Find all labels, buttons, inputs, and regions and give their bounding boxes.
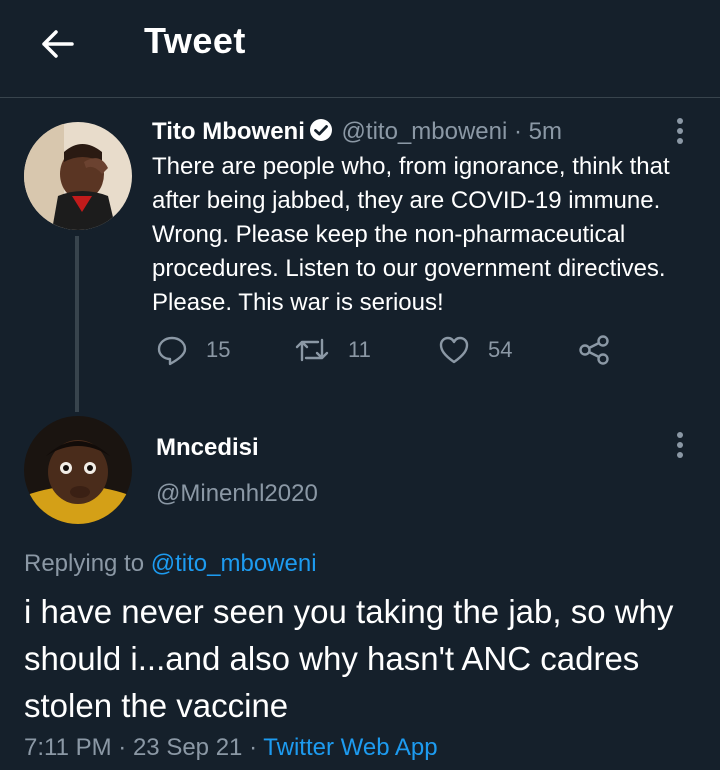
- reply-text: i have never seen you taking the jab, so…: [24, 593, 674, 724]
- retweet-button[interactable]: 11: [294, 330, 371, 370]
- reply-author-name[interactable]: Mncedisi: [156, 434, 259, 462]
- reply-author-handle[interactable]: @Minenhl2020: [156, 480, 318, 508]
- reply-icon: [157, 336, 187, 366]
- page-title: Tweet: [144, 20, 246, 61]
- author-name[interactable]: Tito Mboweni: [152, 118, 305, 145]
- more-options-icon: [677, 432, 683, 438]
- retweet-count: 11: [348, 337, 371, 362]
- tweet-time-ago[interactable]: 5m: [529, 118, 562, 145]
- more-dot: [677, 442, 683, 448]
- share-button[interactable]: [578, 330, 628, 370]
- meta-dot: ·: [249, 734, 258, 761]
- like-icon: [439, 336, 469, 364]
- like-count: 54: [488, 337, 513, 362]
- separator-dot: ·: [514, 118, 522, 145]
- thread-connector-line: [75, 236, 79, 412]
- reply-meta-row: 7:11 PM · 23 Sep 21 · Twitter Web App: [24, 734, 438, 762]
- reply-more-options-button[interactable]: [670, 432, 690, 464]
- more-options-button[interactable]: [670, 118, 690, 150]
- verified-badge-icon: [309, 118, 333, 149]
- more-dot: [677, 128, 683, 134]
- reply-time[interactable]: 7:11 PM: [24, 734, 112, 761]
- tweet-actions: 15 11 54: [152, 330, 652, 370]
- replying-to-link[interactable]: @tito_mboweni: [151, 550, 317, 577]
- app-header: Tweet: [0, 0, 720, 96]
- source-link[interactable]: Twitter Web App: [263, 734, 437, 761]
- tweet-text: There are people who, from ignorance, th…: [152, 153, 670, 316]
- reply-count: 15: [206, 337, 231, 362]
- like-button[interactable]: 54: [438, 330, 512, 370]
- meta-dot: ·: [118, 734, 127, 761]
- replying-to-label: Replying to: [24, 550, 145, 577]
- tweet-author-row: Tito Mboweni @tito_mboweni · 5m: [152, 118, 562, 149]
- back-button[interactable]: [36, 24, 80, 64]
- avatar-mncedisi[interactable]: [24, 416, 132, 524]
- more-dot: [677, 138, 683, 144]
- header-divider: [0, 97, 720, 98]
- reply-date[interactable]: 23 Sep 21: [133, 734, 242, 761]
- share-icon: [579, 335, 609, 365]
- more-dot: [677, 452, 683, 458]
- reply-button[interactable]: 15: [156, 330, 230, 370]
- avatar-tito-mboweni[interactable]: [24, 122, 132, 230]
- author-handle[interactable]: @tito_mboweni: [342, 118, 508, 145]
- back-arrow-icon: [42, 30, 74, 58]
- retweet-icon: [295, 338, 329, 362]
- replying-to-line: Replying to @tito_mboweni: [24, 550, 317, 578]
- more-options-icon: [677, 118, 683, 124]
